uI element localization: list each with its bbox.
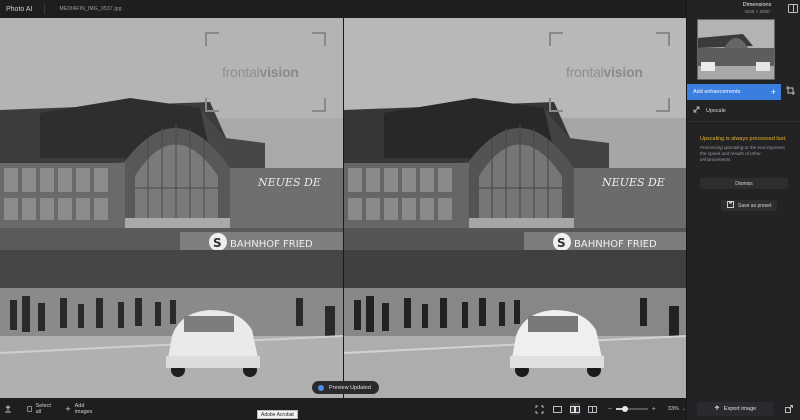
file-tab-name[interactable]: MEDIAFIN_IMG_0537.jpg [59,6,121,12]
watermark-bracket [312,98,326,112]
tab-divider [44,4,46,14]
right-panel: Dimensions 4245 × 2830 Add enhancements … [686,0,800,420]
watermark-bracket [656,98,670,112]
add-images-label: Add images [74,403,93,415]
zoom-out-icon[interactable]: − [608,406,612,413]
dimensions-value: 4245 × 2830 [744,9,770,14]
watermark-light: frontal [222,64,260,80]
plus-icon: + [770,87,776,97]
select-all-label: Select all [35,403,51,415]
add-enhancements-label: Add enhancements [693,89,741,95]
preview-status-label: Preview Updated [329,384,371,391]
upscale-warning-body: Processing upscaling at the end improves… [700,145,786,162]
add-images-button[interactable]: + Add images [65,403,96,415]
dimensions-info: Dimensions 4245 × 2830 [727,2,787,14]
station-sign: BAHNHOF FRIED [574,239,657,250]
watermark-bracket [312,32,326,46]
split-view-icon[interactable] [588,403,598,415]
upload-icon[interactable] [3,403,13,415]
save-preset-button[interactable]: Save as preset [721,200,778,211]
thumbnail-photo [698,20,774,79]
single-view-icon[interactable] [552,403,563,415]
watermark-bracket [549,32,563,46]
upscale-warning-title: Upscaling is always processed last. [700,136,787,142]
enhancement-item-upscale[interactable]: Upscale [693,106,726,115]
zoom-slider-thumb[interactable] [622,406,629,412]
zoom-slider[interactable] [615,406,648,412]
preview-status: Preview Updated [312,381,379,394]
upscale-label: Upscale [706,107,726,114]
select-all-control[interactable]: Select all [26,403,53,415]
zoom-in-icon[interactable]: + [652,406,656,413]
export-label: Export image [723,406,757,412]
top-bar: Photo AI MEDIAFIN_IMG_0537.jpg [0,0,686,18]
panel-toggle-icon[interactable] [788,4,798,13]
dimensions-title: Dimensions [742,2,772,8]
original-image-pane[interactable]: NEUES DE S BAHNHOF FRIED frontalvision [0,18,343,398]
watermark: frontalvision [566,64,643,80]
select-all-checkbox[interactable] [26,406,32,412]
fit-screen-icon[interactable] [535,403,545,415]
crop-icon[interactable] [786,86,796,96]
watermark-bracket [549,98,563,112]
save-icon [727,201,734,210]
share-icon[interactable] [785,405,793,415]
save-preset-label: Save as preset [738,202,772,209]
side-by-side-view-icon[interactable] [570,403,581,415]
bottom-toolbar: Select all + Add images − + 33% ⌄ [0,398,686,420]
watermark-light: frontal [566,64,604,80]
plus-icon: + [65,404,71,414]
watermark-bracket [205,98,219,112]
neues-sign: NEUES DE [257,176,321,189]
s-bahn-logo: S [213,236,222,250]
navigator-thumbnail[interactable] [697,19,775,80]
panel-divider [687,121,800,122]
watermark-bracket [205,32,219,46]
app-title: Photo AI [6,5,33,13]
add-enhancements-button[interactable]: Add enhancements + [687,84,781,100]
export-image-button[interactable]: Export image [697,402,773,416]
taskbar-tooltip: Adobe Acrobat [257,410,298,419]
zoom-level[interactable]: 33% [668,406,679,412]
preview-status-icon [318,384,324,391]
export-arrow-icon [714,405,720,413]
watermark: frontalvision [222,64,299,80]
watermark-bracket [656,32,670,46]
enhanced-image-pane[interactable]: NEUES DE S BAHNHOF FRIED frontalvision [344,18,686,398]
watermark-bold: vision [259,64,299,80]
station-sign: BAHNHOF FRIED [230,239,313,250]
upscale-icon [693,106,700,115]
neues-sign: NEUES DE [601,176,665,189]
dismiss-button[interactable]: Dismiss [700,178,788,189]
s-bahn-logo: S [557,236,566,250]
watermark-bold: vision [603,64,643,80]
